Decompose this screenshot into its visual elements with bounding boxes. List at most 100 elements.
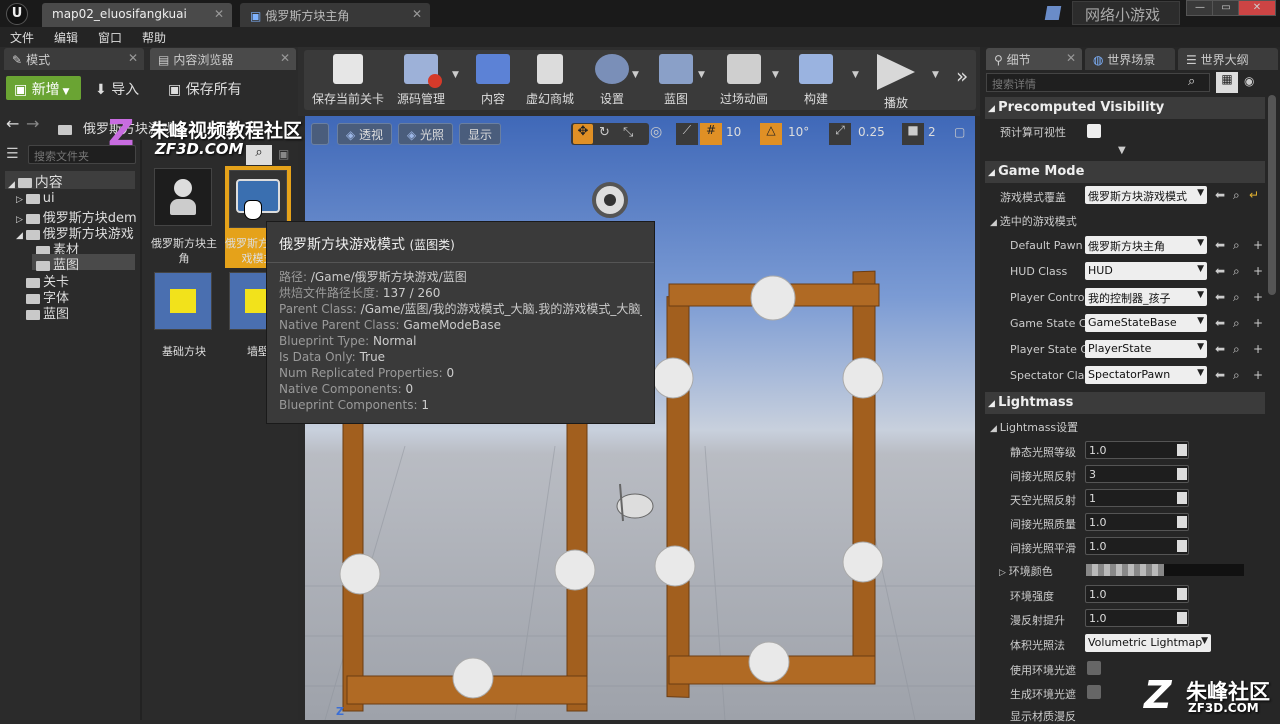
chevron-down-icon[interactable]: ▼ <box>852 70 859 80</box>
section-game-mode[interactable]: ◢ Game Mode <box>985 161 1265 183</box>
close-icon[interactable]: ✕ <box>412 7 422 21</box>
menu-edit[interactable]: 编辑 <box>54 29 78 46</box>
viewport-options-button[interactable] <box>311 123 329 145</box>
spin-icon[interactable] <box>1177 540 1187 552</box>
game-mode-override-dropdown[interactable]: 俄罗斯方块游戏模式 ▼ <box>1085 186 1207 204</box>
precomputed-visibility-checkbox[interactable] <box>1087 124 1101 138</box>
cinematics-button[interactable]: 过场动画 <box>712 52 776 106</box>
play-button[interactable]: 播放 <box>868 52 924 110</box>
chevron-down-icon[interactable]: ▼ <box>632 70 639 80</box>
grid-snap-icon[interactable]: # <box>700 123 722 145</box>
lm-number-input[interactable]: 1.0 <box>1085 537 1189 555</box>
env-color-value[interactable] <box>1164 564 1244 576</box>
details-search-input[interactable]: 搜索详情 <box>986 73 1210 92</box>
chevron-down-icon[interactable]: ▼ <box>932 70 939 80</box>
add-icon[interactable]: + <box>1253 316 1263 330</box>
chevron-down-icon[interactable]: ▼ <box>1118 145 1126 156</box>
section-precomputed-visibility[interactable]: ◢ Precomputed Visibility <box>985 97 1265 119</box>
tree-item-tetris-demo[interactable]: ▷ 俄罗斯方块dem <box>16 207 137 226</box>
gm-dropdown[interactable]: GameStateBase ▼ <box>1085 314 1207 332</box>
property-matrix-icon[interactable]: ▦ <box>1216 72 1238 93</box>
browse-search-icon[interactable]: ⌕ <box>1233 188 1240 203</box>
env-color-row[interactable]: ▷ 环境颜色 <box>999 563 1053 579</box>
scale-snap-icon[interactable]: ⤢ <box>829 123 851 145</box>
toolbar-overflow-icon[interactable]: » <box>956 64 968 88</box>
use-selected-arrow-icon[interactable]: ⬅ <box>1215 290 1225 304</box>
perspective-button[interactable]: ◈ 透视 <box>337 123 393 145</box>
tree-item-blueprints-root[interactable]: 蓝图 <box>26 303 69 322</box>
spin-icon[interactable] <box>1177 612 1187 624</box>
tab-content-browser[interactable]: ▤ 内容浏览器 ✕ <box>150 48 296 70</box>
browse-search-icon[interactable]: ⌕ <box>1233 368 1240 383</box>
rotation-snap-icon[interactable]: △ <box>760 123 782 145</box>
add-icon[interactable]: + <box>1253 342 1263 356</box>
env-color-swatch[interactable] <box>1086 564 1164 576</box>
close-icon[interactable]: ✕ <box>280 51 290 65</box>
tree-item-fonts[interactable]: 字体 <box>26 287 69 306</box>
maximize-viewport-icon[interactable]: ▢ <box>954 125 965 139</box>
menu-file[interactable]: 文件 <box>10 29 34 46</box>
camera-speed-value[interactable]: 2 <box>928 125 936 139</box>
search-icon[interactable]: ⌕ <box>246 145 272 165</box>
gm-dropdown[interactable]: PlayerState ▼ <box>1085 340 1207 358</box>
tab-world-outliner[interactable]: ☰ 世界大纲 <box>1178 48 1278 70</box>
save-search-icon[interactable]: ▣ <box>278 147 289 161</box>
tab-world-settings[interactable]: ◍ 世界场景 <box>1085 48 1175 70</box>
tab-modes[interactable]: ✎ 模式 ✕ <box>4 48 144 70</box>
lit-button[interactable]: ◈ 光照 <box>398 123 454 145</box>
camera-speed-icon[interactable]: ■ <box>902 123 924 145</box>
tab-details[interactable]: ⚲ 细节 ✕ <box>986 48 1082 70</box>
add-new-button[interactable]: ▣ 新增 ▼ <box>6 76 81 100</box>
save-all-button[interactable]: ▣ 保存所有 <box>168 79 242 99</box>
tab-blueprint[interactable]: ▣ 俄罗斯方块主角 ✕ <box>240 3 430 27</box>
spin-icon[interactable] <box>1177 588 1187 600</box>
spin-icon[interactable] <box>1177 492 1187 504</box>
add-icon[interactable]: + <box>1253 290 1263 304</box>
selected-game-mode-label[interactable]: ◢ 选中的游戏模式 <box>990 213 1077 229</box>
browse-search-icon[interactable]: ⌕ <box>1233 238 1240 253</box>
back-arrow-icon[interactable]: ← <box>6 114 19 133</box>
tree-toggle-icon[interactable]: ☰ <box>6 146 19 162</box>
save-level-button[interactable]: 保存当前关卡 <box>308 52 388 106</box>
move-icon[interactable]: ✥ <box>573 124 593 144</box>
browse-search-icon[interactable]: ⌕ <box>1233 316 1240 331</box>
import-button[interactable]: ⬇ 导入 <box>95 79 139 99</box>
env-intensity-input[interactable]: 1.0 <box>1085 585 1189 603</box>
spin-icon[interactable] <box>1177 444 1187 456</box>
gen-ao-checkbox[interactable] <box>1087 685 1101 699</box>
spin-icon[interactable] <box>1177 468 1187 480</box>
close-icon[interactable]: ✕ <box>128 51 138 65</box>
section-lightmass[interactable]: ◢ Lightmass <box>985 392 1265 414</box>
maximize-button[interactable]: ▭ <box>1212 0 1240 16</box>
diffuse-boost-input[interactable]: 1.0 <box>1085 609 1189 627</box>
use-selected-arrow-icon[interactable]: ⬅ <box>1215 264 1225 278</box>
tree-item-assets[interactable]: 素材 <box>36 239 79 258</box>
menu-help[interactable]: 帮助 <box>142 29 166 46</box>
spin-icon[interactable] <box>1177 516 1187 528</box>
add-icon[interactable]: + <box>1253 368 1263 382</box>
lightmass-settings-group[interactable]: ◢ Lightmass设置 <box>990 419 1078 435</box>
gm-dropdown[interactable]: 我的控制器_孩子 ▼ <box>1085 288 1207 306</box>
forward-arrow-icon[interactable]: → <box>26 114 39 133</box>
lm-number-input[interactable]: 1 <box>1085 489 1189 507</box>
browse-search-icon[interactable]: ⌕ <box>1233 342 1240 357</box>
gm-dropdown[interactable]: SpectatorPawn ▼ <box>1085 366 1207 384</box>
lm-number-input[interactable]: 3 <box>1085 465 1189 483</box>
asset-base-block[interactable] <box>154 272 212 330</box>
chevron-down-icon[interactable]: ▼ <box>452 70 459 80</box>
content-button[interactable]: 内容 <box>462 52 524 106</box>
source-control-icon[interactable] <box>1044 6 1062 20</box>
splitter[interactable] <box>140 140 142 720</box>
lm-number-input[interactable]: 1.0 <box>1085 513 1189 531</box>
close-window-button[interactable]: ✕ <box>1238 0 1276 16</box>
use-selected-arrow-icon[interactable]: ⬅ <box>1215 238 1225 252</box>
use-selected-arrow-icon[interactable]: ⬅ <box>1215 188 1225 202</box>
rotation-snap-value[interactable]: 10° <box>788 125 809 139</box>
add-icon[interactable]: + <box>1253 264 1263 278</box>
tab-map[interactable]: map02_eluosifangkuai ✕ <box>42 3 232 27</box>
lm-number-input[interactable]: 1.0 <box>1085 441 1189 459</box>
blueprints-button[interactable]: 蓝图 <box>648 52 704 106</box>
use-selected-arrow-icon[interactable]: ⬅ <box>1215 316 1225 330</box>
surface-snap-icon[interactable]: ⟋ <box>676 123 698 145</box>
rotate-icon[interactable]: ↻ <box>599 125 610 140</box>
